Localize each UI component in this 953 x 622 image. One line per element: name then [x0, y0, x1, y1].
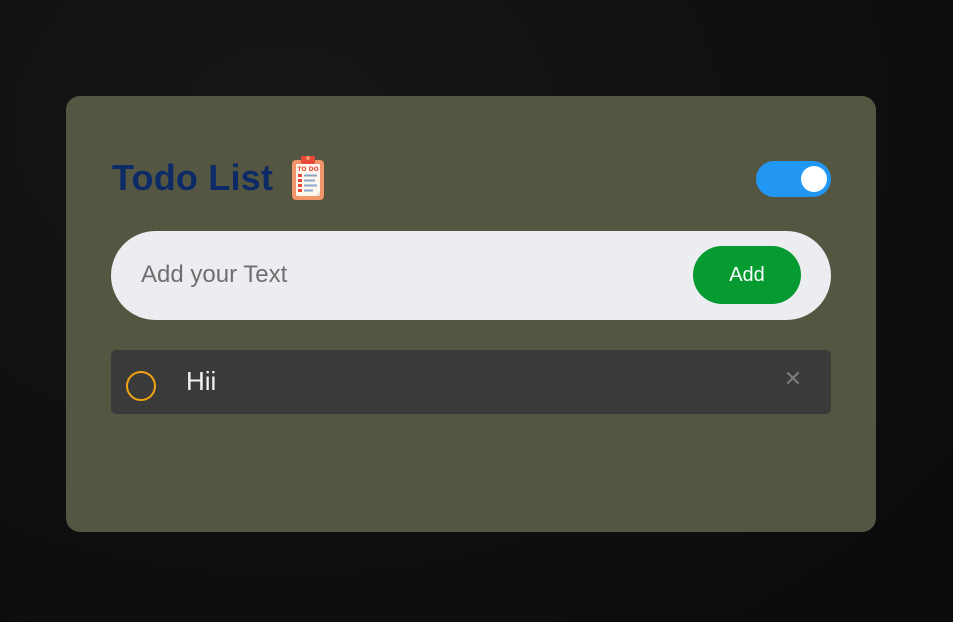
- page-title: Todo List: [112, 157, 274, 198]
- todo-item-text: Hii: [186, 366, 217, 396]
- add-button[interactable]: Add: [693, 246, 801, 304]
- todo-text-input[interactable]: [141, 253, 661, 297]
- todo-card: Todo List TO DO Add your Text Add Hii ✕: [66, 96, 876, 532]
- circle-outline-icon[interactable]: [126, 371, 156, 401]
- close-icon[interactable]: ✕: [783, 366, 803, 394]
- header: Todo List TO DO: [112, 154, 831, 204]
- toggle-knob: [801, 166, 827, 192]
- todo-list-item[interactable]: Hii ✕: [111, 350, 831, 414]
- clipboard-todo-icon: TO DO: [289, 154, 327, 202]
- svg-text:TO DO: TO DO: [297, 166, 318, 173]
- add-todo-form: Add: [111, 231, 831, 320]
- theme-toggle[interactable]: [756, 161, 831, 197]
